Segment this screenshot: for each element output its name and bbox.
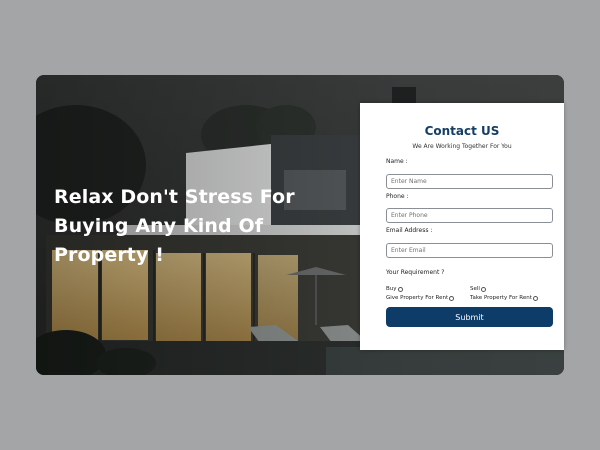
option-take-rent[interactable]: Take Property For Rent (470, 295, 538, 301)
option-give-rent[interactable]: Give Property For Rent (386, 295, 455, 301)
phone-input[interactable] (386, 208, 553, 223)
option-sell[interactable]: Sell (470, 286, 486, 292)
email-input[interactable] (386, 243, 553, 258)
email-label: Email Address : (386, 227, 433, 234)
form-subtitle: We Are Working Together For You (412, 143, 512, 150)
option-buy-label: Buy (386, 286, 397, 292)
option-sell-label: Sell (470, 286, 480, 292)
name-label: Name : (386, 158, 408, 165)
requirement-row-1: Buy Sell (386, 286, 556, 292)
option-give-rent-radio[interactable] (449, 295, 455, 301)
option-give-rent-label: Give Property For Rent (386, 295, 449, 301)
name-input[interactable] (386, 174, 553, 189)
requirement-row-2: Give Property For Rent Take Property For… (386, 295, 556, 301)
option-buy-radio[interactable] (397, 286, 403, 292)
phone-label: Phone : (386, 193, 409, 200)
option-take-rent-radio[interactable] (532, 295, 538, 301)
option-sell-radio[interactable] (480, 286, 486, 292)
hero-headline: Relax Don't Stress For Buying Any Kind O… (54, 186, 295, 266)
submit-button[interactable]: Submit (386, 307, 553, 327)
requirement-label: Your Requirement ? (386, 269, 445, 276)
option-buy[interactable]: Buy (386, 286, 403, 292)
form-title: Contact US (424, 124, 500, 138)
contact-form: Contact US We Are Working Together For Y… (360, 103, 564, 350)
option-take-rent-label: Take Property For Rent (470, 295, 532, 301)
